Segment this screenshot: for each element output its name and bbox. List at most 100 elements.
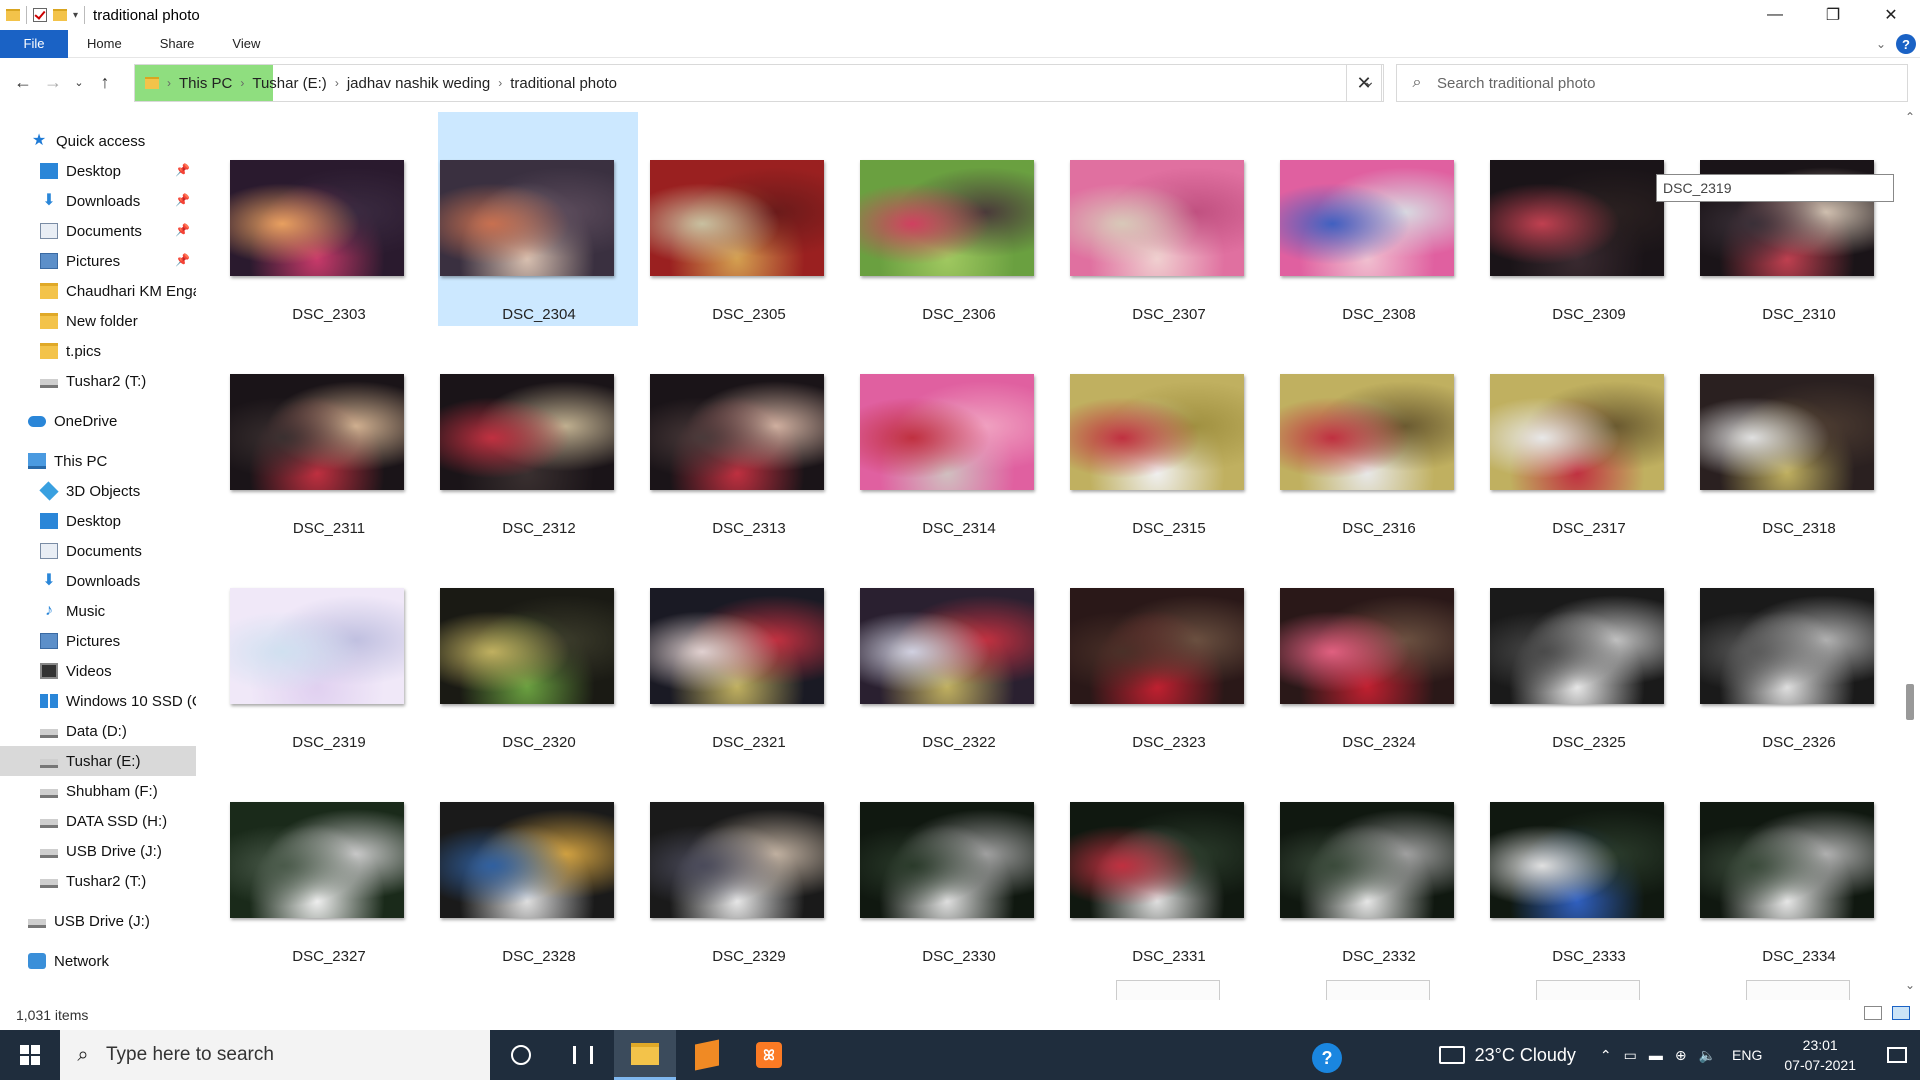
file-item[interactable]: DSC_2304	[438, 112, 638, 326]
file-item[interactable]: DSC_2330	[858, 754, 1058, 968]
forward-icon[interactable]: →	[38, 67, 68, 97]
scroll-thumb[interactable]	[1906, 684, 1914, 720]
file-item[interactable]: DSC_2306	[858, 112, 1058, 326]
language-indicator[interactable]: ENG	[1732, 1047, 1762, 1063]
customize-toolbar-icon[interactable]: ▾	[73, 10, 78, 21]
sidebar-item[interactable]: Desktop 📌	[0, 156, 196, 186]
new-folder-icon[interactable]	[53, 9, 67, 21]
sidebar-item[interactable]: ⬇ Downloads	[0, 566, 196, 596]
sidebar-item[interactable]: USB Drive (J:)	[0, 906, 196, 936]
file-item[interactable]: DSC_2310	[1698, 112, 1898, 326]
file-item[interactable]: DSC_2307	[1068, 112, 1268, 326]
sidebar-item[interactable]: ⬇ Downloads 📌	[0, 186, 196, 216]
chevron-right-icon[interactable]: ›	[335, 76, 339, 90]
file-placeholder-icon[interactable]	[1116, 980, 1220, 1000]
sidebar-item[interactable]: DATA SSD (H:)	[0, 806, 196, 836]
sidebar-item[interactable]: Documents	[0, 536, 196, 566]
sidebar-item[interactable]: t.pics	[0, 336, 196, 366]
vertical-scrollbar[interactable]: ⌃ ⌄	[1900, 110, 1920, 1000]
sidebar-item[interactable]: New folder	[0, 306, 196, 336]
crumb-drive[interactable]: Tushar (E:)	[252, 75, 326, 92]
recent-locations-icon[interactable]: ⌄	[68, 67, 90, 97]
up-icon[interactable]: ↑	[90, 67, 120, 97]
crumb-current[interactable]: traditional photo	[510, 75, 617, 92]
minimize-icon[interactable]: —	[1746, 0, 1804, 30]
taskbar-search[interactable]: ⌕ Type here to search	[60, 1030, 490, 1080]
volume-icon[interactable]: 🔈	[1699, 1047, 1716, 1064]
search-input[interactable]: ⌕ Search traditional photo	[1396, 64, 1908, 102]
file-item[interactable]: DSC_2329	[648, 754, 848, 968]
file-item[interactable]: DSC_2317	[1488, 326, 1688, 540]
tab-view[interactable]: View	[213, 30, 279, 58]
sidebar-item[interactable]: Desktop	[0, 506, 196, 536]
sidebar-item[interactable]: USB Drive (J:)	[0, 836, 196, 866]
tab-home[interactable]: Home	[68, 30, 141, 58]
file-item[interactable]: DSC_2326	[1698, 540, 1898, 754]
file-item[interactable]: DSC_2318	[1698, 326, 1898, 540]
file-item[interactable]: DSC_2325	[1488, 540, 1688, 754]
sidebar-item[interactable]: Pictures	[0, 626, 196, 656]
large-icons-view-icon[interactable]	[1892, 1006, 1910, 1020]
maximize-icon[interactable]: ❐	[1804, 0, 1862, 30]
chevron-right-icon[interactable]: ›	[167, 76, 171, 90]
sidebar-item[interactable]: Videos	[0, 656, 196, 686]
file-item[interactable]: DSC_2303	[228, 112, 428, 326]
file-item[interactable]: DSC_2323	[1068, 540, 1268, 754]
file-item[interactable]: DSC_2319	[228, 540, 428, 754]
close-icon[interactable]: ✕	[1346, 64, 1382, 102]
file-item[interactable]: DSC_2333	[1488, 754, 1688, 968]
help-icon[interactable]: ?	[1896, 34, 1916, 54]
sidebar-item[interactable]: Network	[0, 946, 196, 976]
expand-ribbon-icon[interactable]: ⌄	[1876, 37, 1886, 51]
tab-file[interactable]: File	[0, 29, 68, 58]
file-placeholder-icon[interactable]	[1536, 980, 1640, 1000]
show-hidden-icons-icon[interactable]: ⌃	[1600, 1047, 1612, 1064]
back-icon[interactable]: ←	[8, 67, 38, 97]
chevron-right-icon[interactable]: ›	[498, 76, 502, 90]
close-icon[interactable]: ✕	[1862, 0, 1920, 30]
file-explorer-button[interactable]	[614, 1030, 676, 1080]
start-button[interactable]	[0, 1030, 60, 1080]
sidebar-item[interactable]: Tushar (E:)	[0, 746, 196, 776]
weather-widget[interactable]: 23°C Cloudy	[1438, 1045, 1576, 1066]
notifications-button[interactable]	[1874, 1030, 1920, 1080]
sidebar-item[interactable]: Windows 10 SSD (C	[0, 686, 196, 716]
scroll-up-icon[interactable]: ⌃	[1900, 110, 1920, 124]
sidebar-item[interactable]: Tushar2 (T:)	[0, 366, 196, 396]
file-item[interactable]: DSC_2314	[858, 326, 1058, 540]
file-item[interactable]: DSC_2315	[1068, 326, 1268, 540]
file-item[interactable]: DSC_2324	[1278, 540, 1478, 754]
file-item[interactable]: DSC_2313	[648, 326, 848, 540]
sidebar-item[interactable]: 3D Objects	[0, 476, 196, 506]
file-item[interactable]: DSC_2331	[1068, 754, 1268, 968]
sidebar-item[interactable]: Documents 📌	[0, 216, 196, 246]
file-placeholder-icon[interactable]	[1326, 980, 1430, 1000]
file-item[interactable]: DSC_2308	[1278, 112, 1478, 326]
file-item[interactable]: DSC_2334	[1698, 754, 1898, 968]
task-view-button[interactable]	[552, 1030, 614, 1080]
sidebar-item[interactable]: Data (D:)	[0, 716, 196, 746]
file-item[interactable]: DSC_2332	[1278, 754, 1478, 968]
sidebar-item[interactable]: OneDrive	[0, 406, 196, 436]
sidebar-item[interactable]: ♪ Music	[0, 596, 196, 626]
file-item[interactable]: DSC_2316	[1278, 326, 1478, 540]
crumb-folder[interactable]: jadhav nashik weding	[347, 75, 490, 92]
sidebar-item[interactable]: Tushar2 (T:)	[0, 866, 196, 896]
clock[interactable]: 23:01 07-07-2021	[1784, 1035, 1856, 1075]
scroll-down-icon[interactable]: ⌄	[1900, 978, 1920, 992]
sidebar-item[interactable]: Shubham (F:)	[0, 776, 196, 806]
get-help-icon[interactable]: ?	[1312, 1043, 1342, 1073]
sidebar-item[interactable]: This PC	[0, 446, 196, 476]
file-placeholder-icon[interactable]	[1746, 980, 1850, 1000]
details-view-icon[interactable]	[1864, 1006, 1882, 1020]
network-icon[interactable]: ⊕	[1675, 1047, 1687, 1064]
file-item[interactable]: DSC_2322	[858, 540, 1058, 754]
chevron-right-icon[interactable]: ›	[240, 76, 244, 90]
sidebar-item[interactable]: Pictures 📌	[0, 246, 196, 276]
sublime-text-button[interactable]	[676, 1030, 738, 1080]
file-item[interactable]: DSC_2320	[438, 540, 638, 754]
file-item[interactable]: DSC_2311	[228, 326, 428, 540]
file-item[interactable]: DSC_2305	[648, 112, 848, 326]
file-item[interactable]: DSC_2312	[438, 326, 638, 540]
crumb-this-pc[interactable]: This PC	[179, 75, 232, 92]
